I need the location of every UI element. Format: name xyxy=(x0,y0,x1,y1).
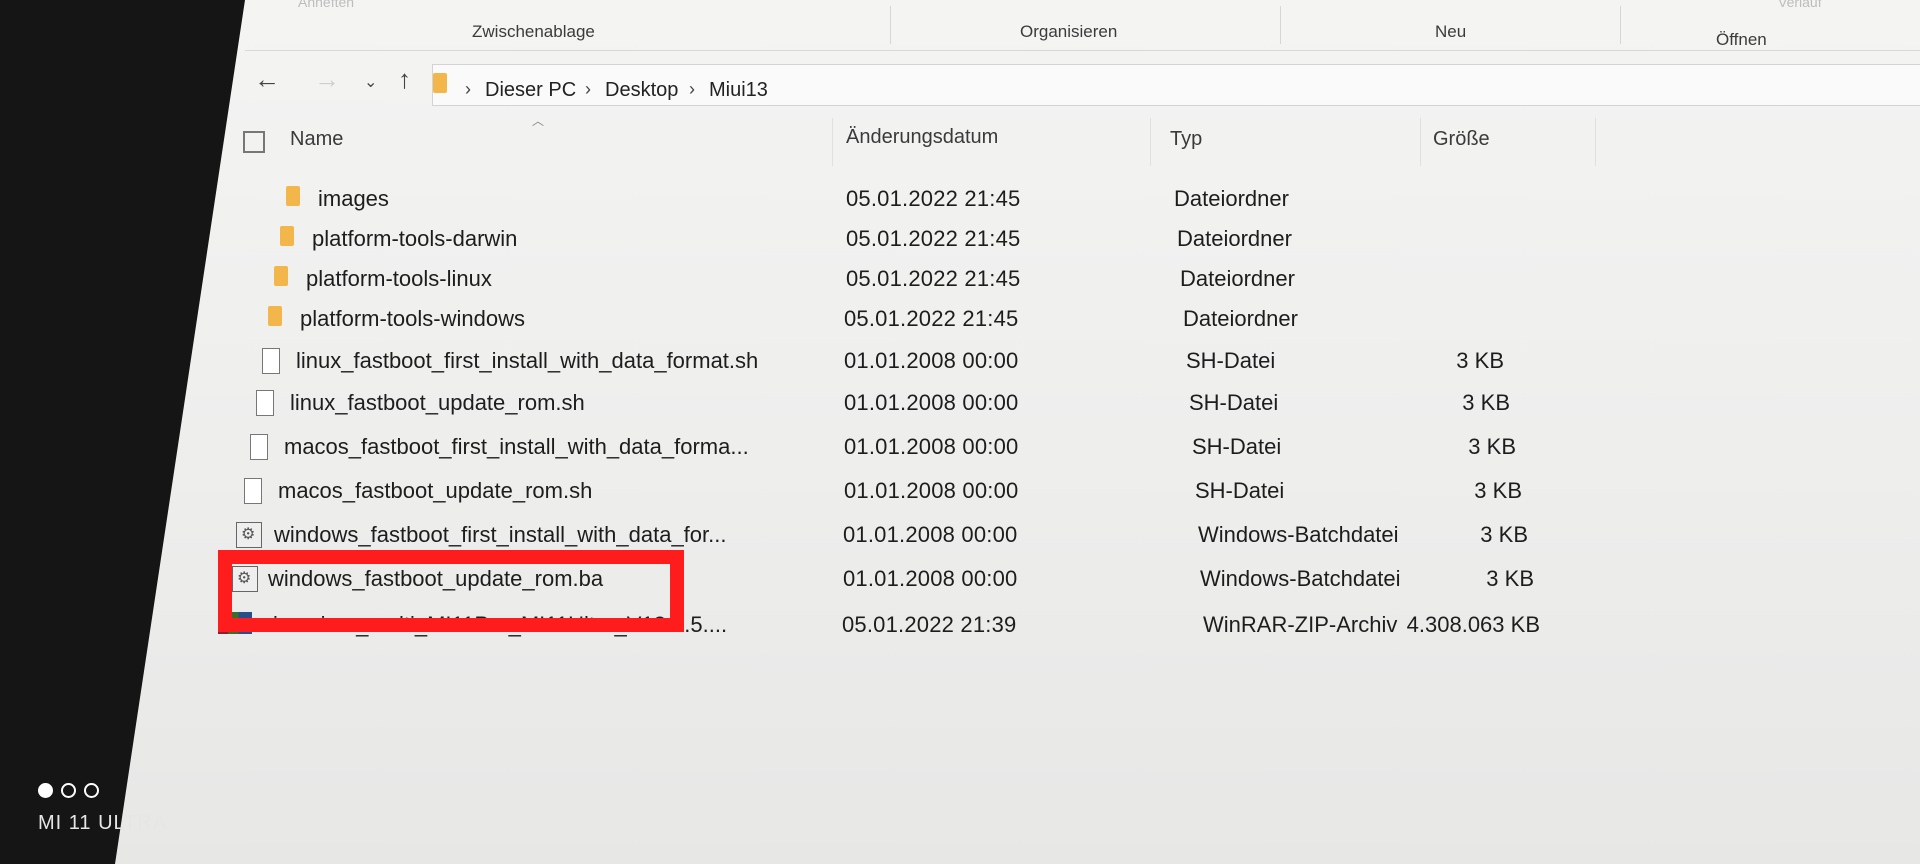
file-modified-date: 01.01.2008 00:00 xyxy=(844,390,1019,415)
breadcrumb-miui13[interactable]: Miui13 xyxy=(709,79,768,102)
camera-watermark: MI 11 ULTRA xyxy=(38,812,168,834)
file-modified-date: 05.01.2022 21:45 xyxy=(846,186,1021,211)
ribbon-separator xyxy=(1620,6,1621,44)
ribbon-separator xyxy=(1280,6,1281,44)
chevron-right-icon[interactable]: › xyxy=(689,79,695,100)
file-modified-date: 05.01.2022 21:45 xyxy=(846,226,1021,251)
file-modified-date: 01.01.2008 00:00 xyxy=(843,566,1018,591)
back-arrow-icon[interactable]: ← xyxy=(254,66,280,92)
file-size: 3 KB xyxy=(1462,390,1510,415)
file-row[interactable]: platform-tools-windows 05.01.2022 21:45 Da… xyxy=(115,298,1920,336)
file-type: Windows-Batchdatei xyxy=(1200,566,1401,591)
file-row[interactable]: images 05.01.2022 21:45 Dateiordner xyxy=(115,178,1920,216)
file-type: Dateiordner xyxy=(1177,226,1292,251)
file-type: SH-Datei xyxy=(1186,348,1276,373)
file-name: images xyxy=(318,186,389,211)
dot-icon xyxy=(38,783,53,798)
column-header-type[interactable]: Typ xyxy=(1170,128,1202,151)
column-divider[interactable] xyxy=(832,118,833,166)
file-row[interactable]: windows_fastboot_first_install_with_data… xyxy=(115,514,1920,553)
file-type: WinRAR-ZIP-Archiv xyxy=(1203,612,1398,637)
file-size: 3 KB xyxy=(1468,434,1516,459)
ribbon-faded-label: Verlauf xyxy=(1778,0,1822,10)
ribbon-group-new: Neu xyxy=(1435,22,1467,41)
file-modified-date: 01.01.2008 00:00 xyxy=(844,434,1019,459)
sort-ascending-icon: ︿ xyxy=(532,114,545,128)
file-type: SH-Datei xyxy=(1192,434,1282,459)
camera-mode-dots xyxy=(38,783,107,803)
ribbon-group-clipboard: Zwischenablage xyxy=(472,22,595,41)
file-row[interactable]: platform-tools-darwin 05.01.2022 21:45 Dat… xyxy=(115,218,1920,256)
file-icon xyxy=(244,478,262,509)
file-type: SH-Datei xyxy=(1195,478,1285,503)
breadcrumb-this-pc[interactable]: Dieser PC xyxy=(485,79,576,102)
file-icon xyxy=(250,434,268,465)
file-modified-date: 01.01.2008 00:00 xyxy=(844,348,1019,373)
file-explorer-window: Anheften Verlauf Zwischenablage Organisi… xyxy=(115,0,1920,864)
file-modified-date: 01.01.2008 00:00 xyxy=(844,478,1019,503)
file-size: 3 KB xyxy=(1474,478,1522,503)
file-row[interactable]: platform-tools-linux 05.01.2022 21:45 Date… xyxy=(115,258,1920,296)
file-type: Windows-Batchdatei xyxy=(1198,522,1399,547)
file-name: macos_fastboot_first_install_with_data_f… xyxy=(284,434,749,459)
file-size: 4.308.063 KB xyxy=(1406,612,1540,637)
file-size: 3 KB xyxy=(1480,522,1528,547)
file-icon xyxy=(262,348,280,379)
column-divider[interactable] xyxy=(1150,118,1151,166)
folder-icon xyxy=(268,306,282,331)
file-type: Dateiordner xyxy=(1180,266,1295,291)
ribbon-group-organize: Organisieren xyxy=(1020,22,1118,41)
file-name: platform-tools-darwin xyxy=(312,226,518,251)
folder-icon xyxy=(280,226,294,251)
batch-file-icon xyxy=(236,522,262,553)
select-all-checkbox[interactable] xyxy=(243,131,265,153)
column-header-size[interactable]: Größe xyxy=(1433,128,1490,151)
file-name: platform-tools-windows xyxy=(300,306,525,331)
file-size: 3 KB xyxy=(1486,566,1534,591)
file-size: 3 KB xyxy=(1456,348,1504,373)
file-name: macos_fastboot_update_rom.sh xyxy=(278,478,593,503)
file-icon xyxy=(256,390,274,421)
forward-arrow-icon[interactable]: → xyxy=(314,66,340,92)
file-type: SH-Datei xyxy=(1189,390,1279,415)
ribbon-faded-label: Anheften xyxy=(298,0,355,10)
up-arrow-icon[interactable]: ↑ xyxy=(398,66,411,92)
dot-icon xyxy=(61,783,76,798)
address-bar[interactable]: › Dieser PC › Desktop › Miui13 xyxy=(432,64,1920,106)
file-modified-date: 05.01.2022 21:39 xyxy=(842,612,1017,637)
ribbon-separator xyxy=(890,6,891,44)
file-row[interactable]: macos_fastboot_update_rom.sh 01.01.2008 0… xyxy=(115,470,1920,509)
file-name: linux_fastboot_update_rom.sh xyxy=(290,390,585,415)
file-row[interactable]: linux_fastboot_update_rom.sh 01.01.2008 0… xyxy=(115,382,1920,421)
column-header-name[interactable]: Name xyxy=(290,128,343,151)
navigation-bar: ← → ⌄ ↑ › Dieser PC › Desktop › Miui13 xyxy=(232,56,1920,108)
column-header-date[interactable]: Änderungsdatum xyxy=(846,126,998,149)
folder-icon xyxy=(274,266,288,291)
highlight-annotation-box xyxy=(218,550,684,632)
dot-icon xyxy=(84,783,99,798)
file-modified-date: 01.01.2008 00:00 xyxy=(843,522,1018,547)
file-row[interactable]: macos_fastboot_first_install_with_data_f… xyxy=(115,426,1920,465)
breadcrumb-desktop[interactable]: Desktop xyxy=(605,79,678,102)
file-modified-date: 05.01.2022 21:45 xyxy=(846,266,1021,291)
ribbon-group-open: Öffnen xyxy=(1716,30,1767,49)
chevron-right-icon[interactable]: › xyxy=(465,79,471,100)
recent-locations-chevron-icon[interactable]: ⌄ xyxy=(364,70,377,96)
chevron-right-icon[interactable]: › xyxy=(585,79,591,100)
file-name: windows_fastboot_first_install_with_data… xyxy=(274,522,727,547)
file-name: platform-tools-linux xyxy=(306,266,492,291)
column-divider[interactable] xyxy=(1595,118,1596,166)
file-type: Dateiordner xyxy=(1183,306,1298,331)
file-row[interactable]: linux_fastboot_first_install_with_data_f… xyxy=(115,340,1920,379)
column-divider[interactable] xyxy=(1420,118,1421,166)
folder-icon xyxy=(286,186,300,211)
file-type: Dateiordner xyxy=(1174,186,1289,211)
file-modified-date: 05.01.2022 21:45 xyxy=(844,306,1019,331)
file-name: linux_fastboot_first_install_with_data_f… xyxy=(296,348,759,373)
folder-icon xyxy=(433,73,447,98)
